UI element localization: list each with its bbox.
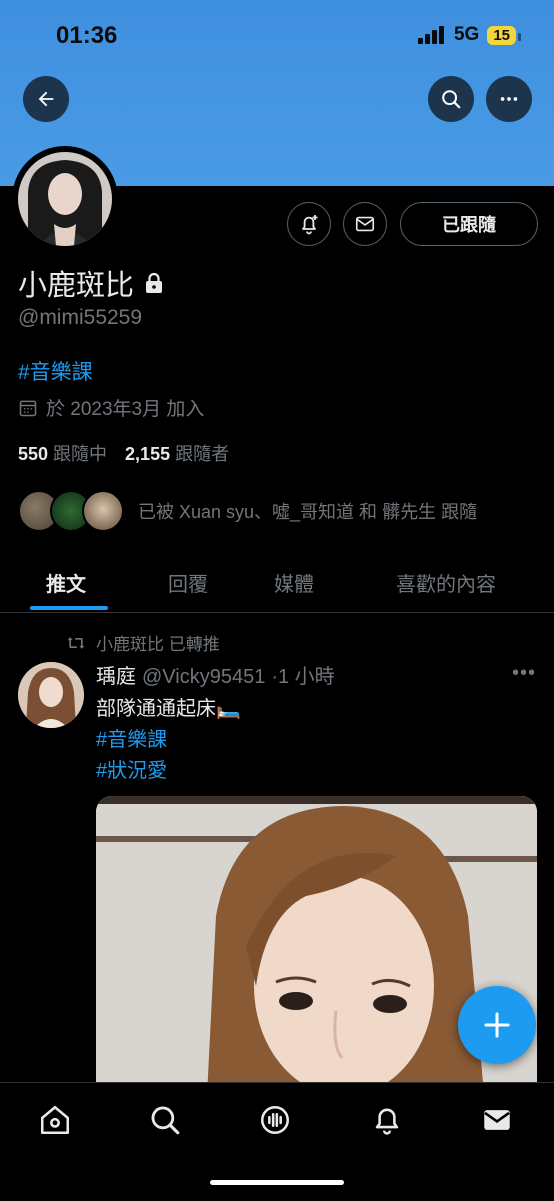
status-time: 01:36 (56, 22, 118, 49)
post-more-icon[interactable]: ••• (512, 662, 536, 685)
post-author-handle[interactable]: @Vicky95451 (142, 666, 265, 689)
avatar-image (18, 152, 112, 246)
network-type: 5G (453, 24, 480, 45)
post-text: 部隊通通起床🛏️ (96, 698, 241, 720)
join-date-text: 於 2023年3月 加入 (46, 399, 205, 420)
followers-label: 跟隨者 (175, 444, 230, 464)
profile-tabs: 推文 回覆 媒體 喜歡的內容 (0, 556, 554, 613)
calendar-icon (19, 400, 37, 416)
post-author-avatar[interactable] (18, 662, 84, 728)
display-name: 小鹿斑比 (18, 270, 135, 302)
follow-stats: 550 跟隨中 2,155 跟隨者 (18, 440, 229, 466)
post-body: 部隊通通起床🛏️ #音樂課 #狀況愛 (96, 694, 241, 787)
following-link[interactable]: 550 跟隨中 (18, 440, 107, 466)
spaces-icon[interactable] (258, 1103, 292, 1137)
tab-media[interactable]: 媒體 (274, 568, 314, 597)
tab-tweets[interactable]: 推文 (46, 568, 86, 597)
following-label: 跟隨中 (53, 444, 108, 464)
follower-avatar (82, 490, 124, 532)
home-indicator (210, 1180, 344, 1185)
retweet-indicator: 小鹿斑比 已轉推 (66, 630, 220, 655)
bio: #音樂課 (18, 356, 93, 386)
notifications-toggle-button[interactable] (287, 202, 331, 246)
tab-replies[interactable]: 回覆 (168, 568, 208, 597)
following-button[interactable]: 已跟隨 (400, 202, 538, 246)
mail-icon (355, 216, 375, 232)
retweet-icon (67, 636, 85, 649)
signal-icon (417, 26, 444, 44)
more-button[interactable] (486, 76, 532, 122)
notifications-icon[interactable] (370, 1103, 404, 1137)
more-icon (500, 97, 518, 101)
home-icon[interactable] (38, 1103, 72, 1137)
search-icon[interactable] (148, 1103, 182, 1137)
back-button[interactable] (23, 76, 69, 122)
plus-icon (484, 1012, 510, 1038)
post-media-image[interactable] (96, 796, 537, 1116)
search-icon (442, 90, 461, 109)
active-tab-indicator (30, 606, 108, 610)
post-time: ·1 小時 (271, 666, 335, 688)
followers-count: 2,155 (125, 444, 171, 464)
following-count: 550 (18, 444, 49, 464)
lock-icon (146, 272, 163, 293)
post-header: 瑀庭 @Vicky95451 ·1 小時 (96, 660, 335, 689)
messages-icon[interactable] (480, 1103, 514, 1137)
profile-handle: @mimi55259 (18, 306, 143, 329)
retweet-text: 小鹿斑比 已轉推 (96, 635, 220, 654)
bio-hashtag-link[interactable]: #音樂課 (18, 361, 93, 384)
arrow-left-icon (38, 91, 54, 107)
status-indicators: 5G 15 (417, 24, 521, 46)
profile-avatar[interactable] (12, 146, 118, 252)
post-author-name[interactable]: 瑀庭 (96, 660, 136, 689)
tab-likes[interactable]: 喜歡的內容 (396, 568, 496, 597)
followed-by-row[interactable]: 已被 Xuan syu、噓_哥知道 和 髒先生 跟隨 (18, 490, 477, 532)
join-date: 於 2023年3月 加入 (18, 394, 204, 421)
followed-by-text: 已被 Xuan syu、噓_哥知道 和 髒先生 跟隨 (138, 502, 478, 522)
display-name-row: 小鹿斑比 (18, 262, 164, 304)
followers-link[interactable]: 2,155 跟隨者 (125, 440, 229, 466)
post-hashtag-link[interactable]: #狀況愛 (96, 756, 241, 787)
message-button[interactable] (343, 202, 387, 246)
bell-plus-icon (302, 215, 318, 235)
post-hashtag-link[interactable]: #音樂課 (96, 725, 241, 756)
battery-indicator: 15 (487, 25, 521, 45)
search-button[interactable] (428, 76, 474, 122)
compose-button[interactable] (458, 986, 536, 1064)
